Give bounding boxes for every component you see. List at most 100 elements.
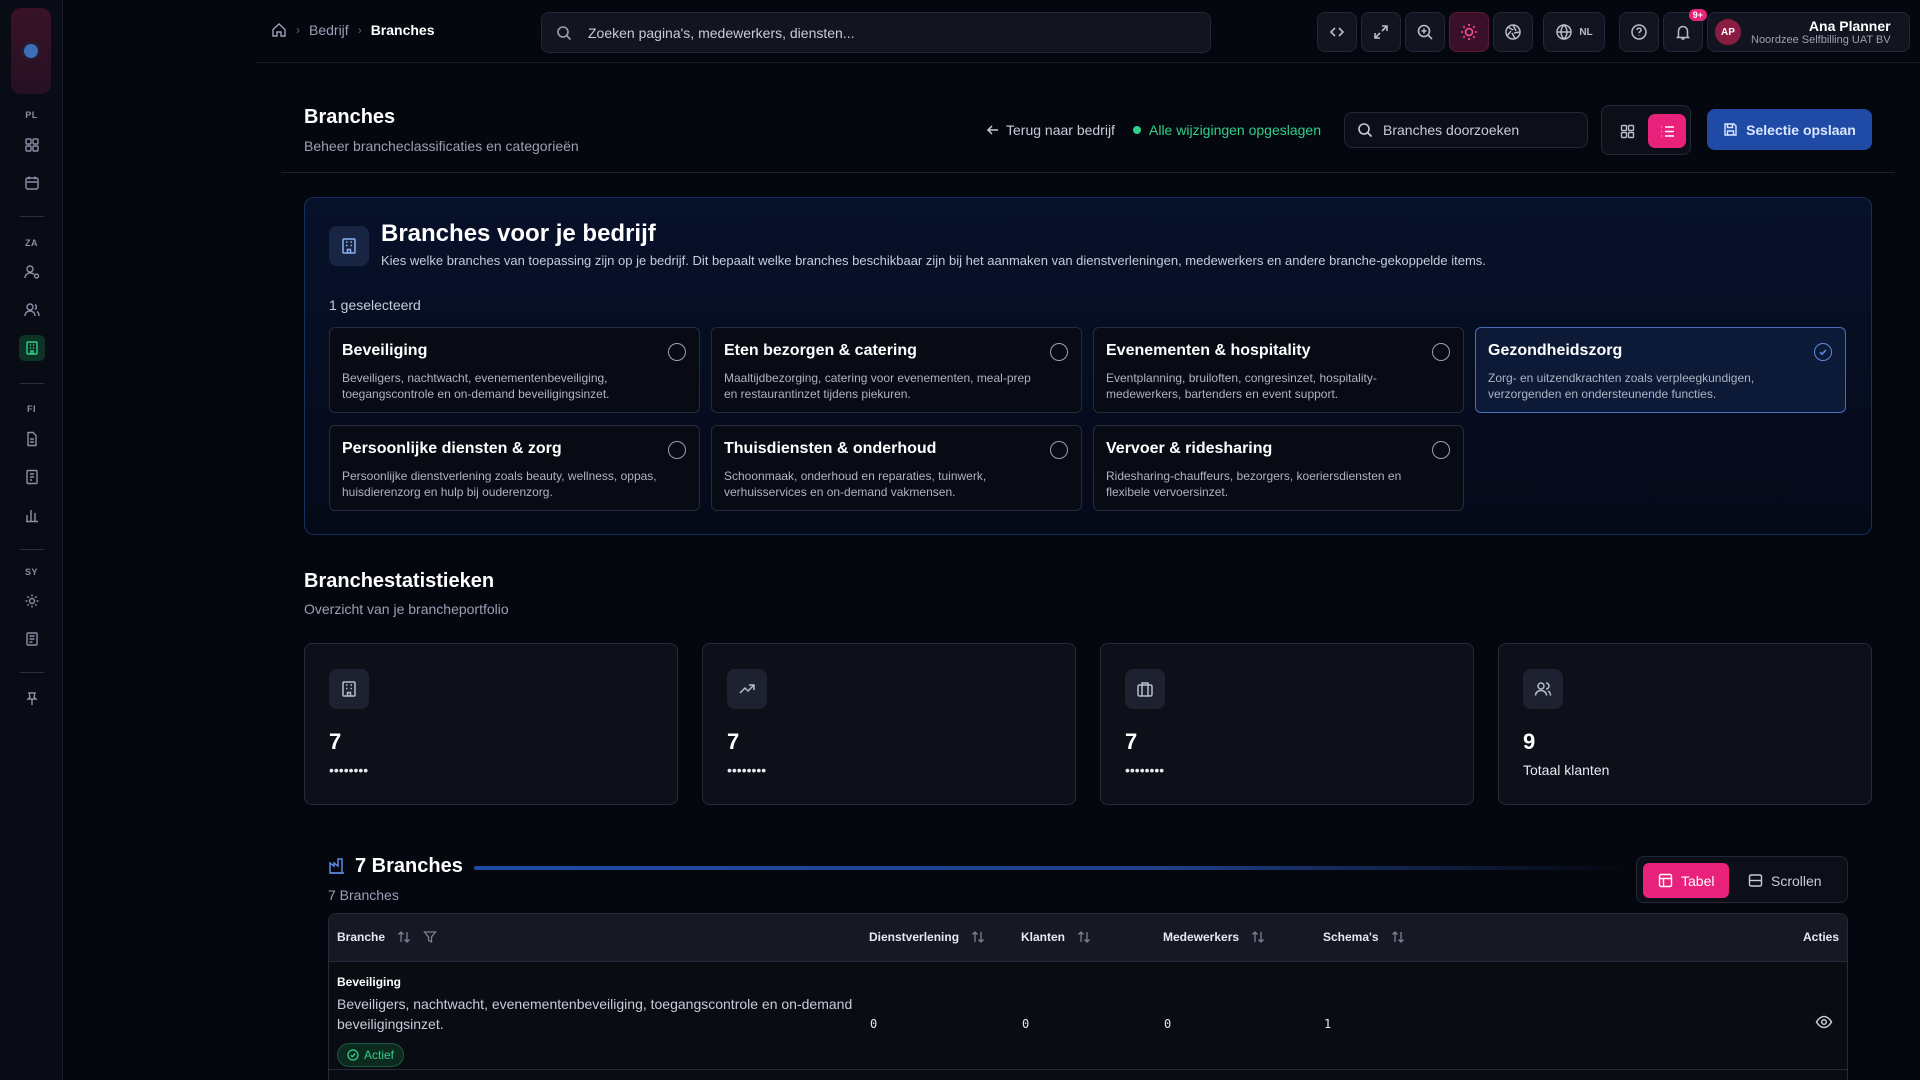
filter-icon[interactable]: [423, 930, 437, 944]
save-status: Alle wijzigingen opgeslagen: [1133, 122, 1321, 138]
global-search-input[interactable]: [588, 24, 1148, 41]
stat-label: ••••••••: [727, 762, 767, 778]
stat-value: 9: [1523, 729, 1536, 754]
branch-card-selected[interactable]: Gezondheidszorg Zorg- en uitzendkrachten…: [1475, 327, 1846, 413]
branch-card-description: Maaltijdbezorging, catering voor eveneme…: [724, 371, 1031, 401]
file-icon[interactable]: [19, 426, 45, 452]
column-header-schemas[interactable]: Schema's: [1323, 930, 1405, 944]
radio-button[interactable]: [1432, 343, 1450, 361]
branch-card-description: Ridesharing-chauffeurs, bezorgers, koeri…: [1106, 469, 1402, 499]
calendar-icon[interactable]: [19, 170, 45, 196]
table-row[interactable]: [329, 1071, 1847, 1080]
radio-button[interactable]: [668, 441, 686, 459]
column-label: Schema's: [1323, 930, 1379, 944]
aperture-button[interactable]: [1493, 12, 1533, 52]
column-header-branch[interactable]: Branche: [337, 930, 437, 944]
branch-card[interactable]: Vervoer & ridesharing Ridesharing-chauff…: [1093, 425, 1464, 511]
home-icon[interactable]: [271, 22, 287, 38]
layout-icon: [1748, 874, 1763, 887]
globe-icon: [1556, 23, 1573, 41]
radio-button[interactable]: [1050, 441, 1068, 459]
users-icon[interactable]: [19, 297, 45, 323]
column-label: Klanten: [1021, 930, 1066, 944]
sort-icon[interactable]: [1251, 930, 1265, 944]
log-icon[interactable]: [19, 626, 45, 652]
radio-button[interactable]: [1432, 441, 1450, 459]
list-view-button[interactable]: [1648, 114, 1686, 148]
branch-card[interactable]: Beveiliging Beveiligers, nachtwacht, eve…: [329, 327, 700, 413]
column-label: Acties: [1803, 930, 1840, 944]
users-icon: [1523, 669, 1563, 709]
branch-card-title: Evenementen & hospitality: [1106, 342, 1311, 359]
tab-label: Tabel: [1681, 872, 1715, 889]
branch-card[interactable]: Eten bezorgen & catering Maaltijdbezorgi…: [711, 327, 1082, 413]
stat-label: ••••••••: [1125, 762, 1165, 778]
sort-icon[interactable]: [397, 930, 411, 944]
branch-card-title: Eten bezorgen & catering: [724, 342, 917, 359]
tab-label: Scrollen: [1771, 872, 1822, 889]
breadcrumb: › Bedrijf › Branches: [271, 22, 435, 38]
zoom-button[interactable]: [1405, 12, 1445, 52]
table-title: 7 Branches: [355, 855, 463, 877]
user-menu[interactable]: AP Ana Planner Noordzee Selfbilling UAT …: [1707, 12, 1910, 52]
branch-card[interactable]: Thuisdiensten & onderhoud Schoonmaak, on…: [711, 425, 1082, 511]
column-header-klanten[interactable]: Klanten: [1021, 930, 1091, 944]
branch-card[interactable]: Persoonlijke diensten & zorg Persoonlijk…: [329, 425, 700, 511]
breadcrumb-current: Branches: [370, 22, 435, 38]
branch-card-description: Beveiligers, nachtwacht, evenementenbeve…: [342, 371, 610, 401]
status-label: Actief: [364, 1048, 395, 1062]
tab-scroll[interactable]: Scrollen: [1733, 863, 1837, 898]
help-button[interactable]: [1619, 12, 1659, 52]
bar-chart-icon[interactable]: [19, 502, 45, 528]
save-status-label: Alle wijzigingen opgeslagen: [1149, 122, 1322, 138]
pin-icon[interactable]: [19, 686, 45, 712]
theme-toggle-button[interactable]: [1449, 12, 1489, 52]
branch-selection-panel: Branches voor je bedrijf Kies welke bran…: [304, 197, 1872, 535]
user-cog-icon[interactable]: [19, 259, 45, 285]
branch-search[interactable]: [1344, 112, 1588, 148]
building-icon: [329, 669, 369, 709]
column-header-dienstverlening[interactable]: Dienstverlening: [869, 930, 985, 944]
table-row[interactable]: Beveiliging Beveiligers, nachtwacht, eve…: [329, 962, 1847, 1070]
branch-card-title: Beveiliging: [342, 342, 428, 359]
branch-card[interactable]: Evenementen & hospitality Eventplanning,…: [1093, 327, 1464, 413]
trending-up-icon: [727, 669, 767, 709]
cell-dienstverlening: 0: [870, 1017, 878, 1031]
check-circle-icon[interactable]: [1814, 343, 1832, 361]
user-name: Ana Planner: [1808, 18, 1891, 34]
app-logo[interactable]: [11, 8, 51, 94]
save-selection-button[interactable]: Selectie opslaan: [1707, 109, 1872, 150]
gear-icon[interactable]: [19, 588, 45, 614]
building-icon[interactable]: [19, 335, 45, 361]
sidebar-section-label: PL: [25, 110, 38, 120]
save-selection-label: Selectie opslaan: [1746, 121, 1856, 138]
grid-icon: [1620, 124, 1634, 138]
branch-search-input[interactable]: [1383, 122, 1583, 138]
sort-icon[interactable]: [971, 930, 985, 944]
column-header-medewerkers[interactable]: Medewerkers: [1163, 930, 1265, 944]
chevron-right-icon: ›: [357, 23, 362, 37]
language-selector[interactable]: NL: [1543, 12, 1605, 52]
notifications-button[interactable]: 9+: [1663, 9, 1707, 52]
breadcrumb-item[interactable]: Bedrijf: [309, 22, 349, 38]
back-link-label: Terug naar bedrijf: [1006, 122, 1115, 138]
radio-button[interactable]: [668, 343, 686, 361]
page-subtitle: Beheer brancheclassificaties en categori…: [304, 138, 579, 154]
fullscreen-button[interactable]: [1361, 12, 1401, 52]
chevron-right-icon: ›: [296, 23, 300, 37]
stat-card: 9 Totaal klanten: [1498, 643, 1872, 805]
tab-table[interactable]: Tabel: [1643, 863, 1730, 898]
sort-icon[interactable]: [1391, 930, 1405, 944]
global-search[interactable]: [541, 12, 1211, 53]
expand-icon: [1374, 25, 1388, 39]
view-icon[interactable]: [1815, 1013, 1833, 1031]
dashboard-icon[interactable]: [19, 132, 45, 158]
invoice-icon[interactable]: [19, 464, 45, 490]
collapse-button[interactable]: [1317, 12, 1357, 52]
title-accent-line: [474, 866, 1624, 870]
grid-view-button[interactable]: [1608, 114, 1646, 148]
stat-value: 7: [329, 729, 342, 754]
sort-icon[interactable]: [1077, 930, 1091, 944]
back-to-company-link[interactable]: Terug naar bedrijf: [986, 122, 1115, 138]
radio-button[interactable]: [1050, 343, 1068, 361]
